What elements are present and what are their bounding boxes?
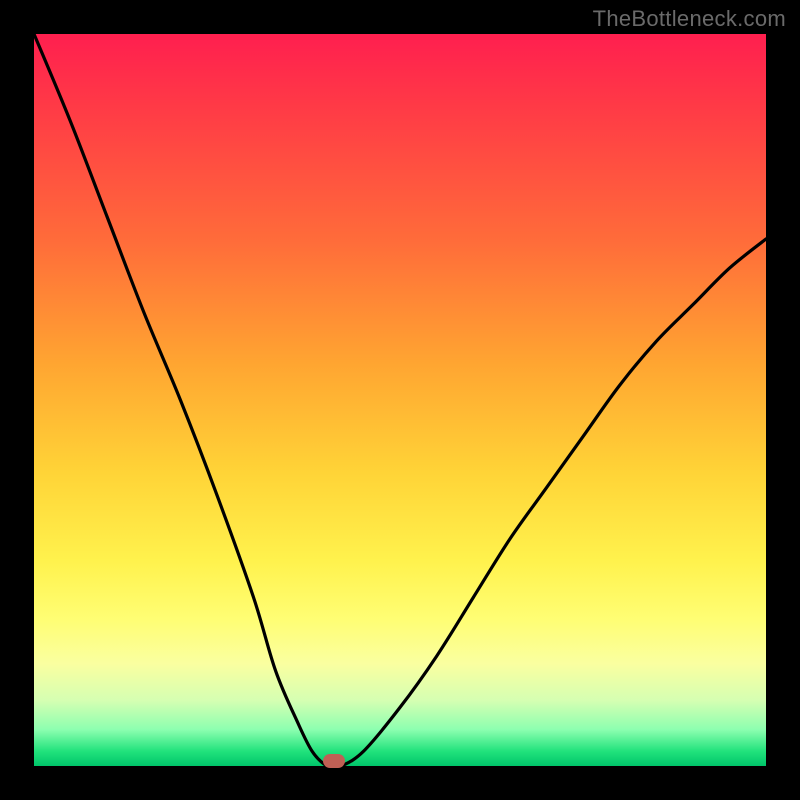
bottleneck-curve (34, 34, 766, 766)
min-marker (323, 754, 345, 768)
chart-frame: TheBottleneck.com (0, 0, 800, 800)
plot-area (34, 34, 766, 766)
watermark-text: TheBottleneck.com (593, 6, 786, 32)
